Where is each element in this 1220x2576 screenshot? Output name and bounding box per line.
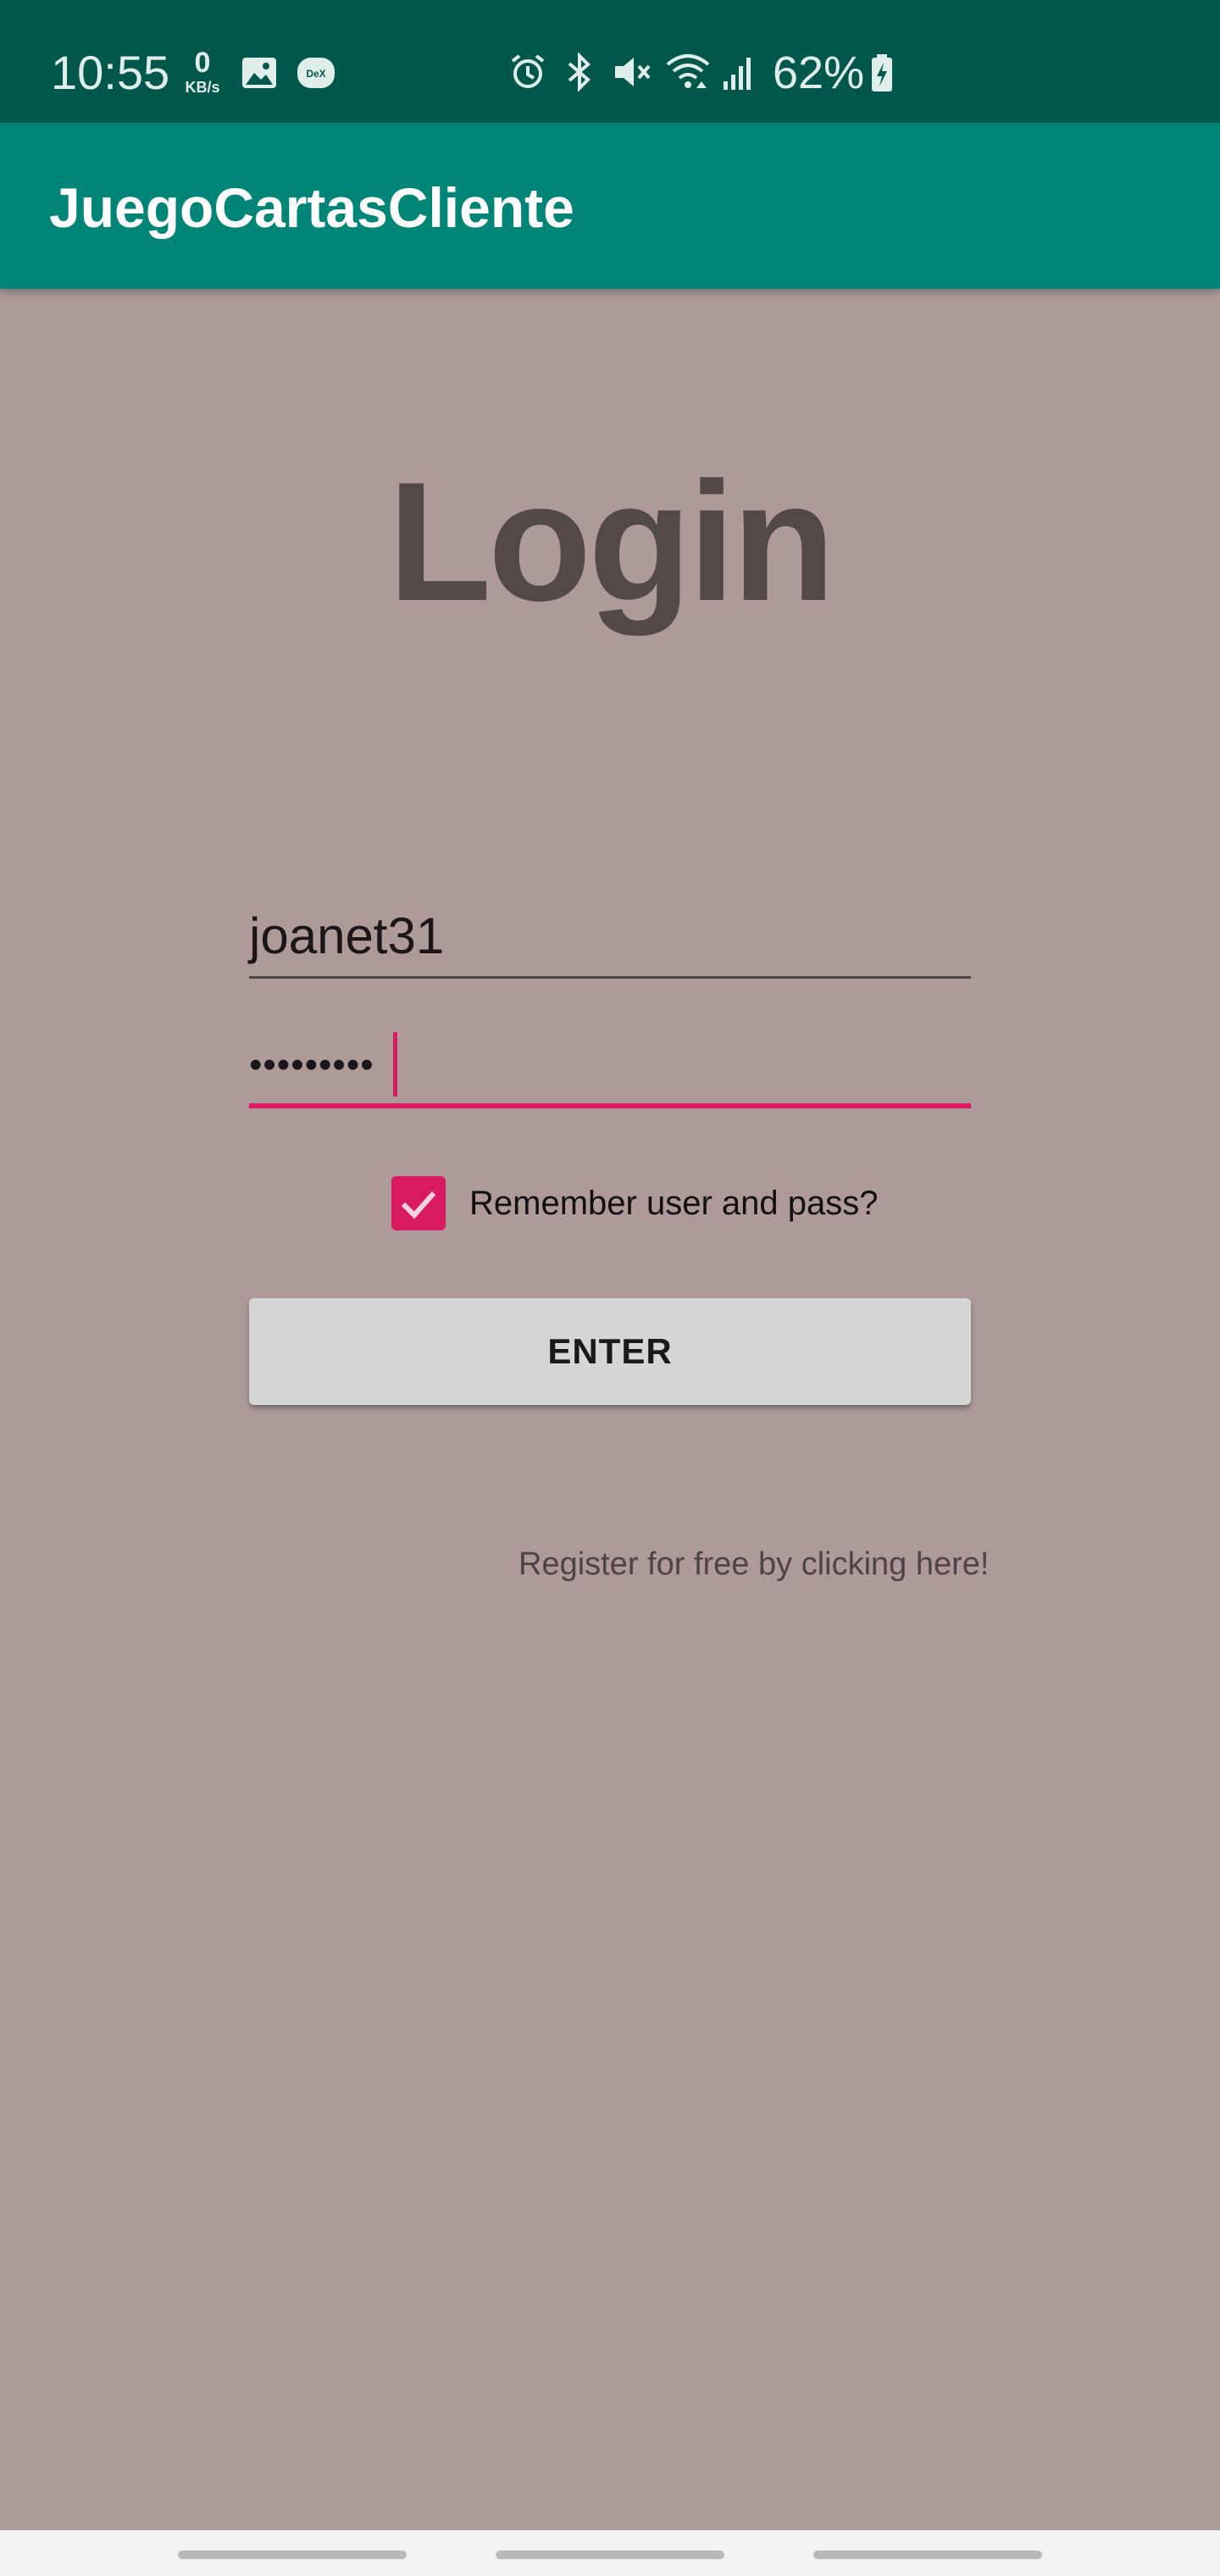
battery-charging-icon [872, 54, 892, 92]
remember-label: Remember user and pass? [469, 1185, 879, 1222]
signal-icon [724, 58, 751, 90]
username-value: joanet31 [249, 908, 445, 964]
register-link[interactable]: Register for free by clicking here! [518, 1544, 989, 1585]
bluetooth-icon [568, 53, 591, 92]
username-field[interactable]: joanet31 [249, 898, 971, 979]
dex-icon: DeX [297, 58, 335, 88]
login-heading: Login [387, 447, 835, 636]
status-bar: 10:55 0 KB/s DeX 62% [0, 0, 1220, 123]
network-speed-value: 0 [194, 47, 211, 79]
wifi-icon [666, 54, 710, 88]
network-speed: 0 KB/s [181, 47, 224, 97]
status-time: 10:55 [51, 46, 170, 99]
alarm-icon [511, 54, 545, 88]
nav-back-button[interactable] [813, 2551, 1042, 2559]
mute-icon [615, 58, 651, 86]
password-field[interactable]: ••••••••• [249, 1025, 971, 1108]
checkmark-icon [401, 1191, 436, 1219]
nav-home-button[interactable] [496, 2551, 724, 2559]
navigation-bar [0, 2530, 1220, 2576]
app-title: JuegoCartasCliente [49, 176, 574, 239]
enter-button[interactable]: ENTER [249, 1298, 971, 1405]
image-icon [242, 58, 276, 88]
nav-recents-button[interactable] [178, 2551, 407, 2559]
battery-percent: 62% [773, 47, 865, 98]
svg-text:DeX: DeX [306, 68, 325, 80]
remember-checkbox[interactable] [391, 1176, 446, 1230]
password-value: ••••••••• [249, 1044, 374, 1085]
text-cursor [393, 1032, 397, 1096]
login-screen: 10:55 0 KB/s DeX 62% JuegoCartasCliente … [0, 0, 1220, 2576]
app-bar: JuegoCartasCliente [0, 123, 1220, 289]
network-speed-unit: KB/s [185, 79, 220, 96]
